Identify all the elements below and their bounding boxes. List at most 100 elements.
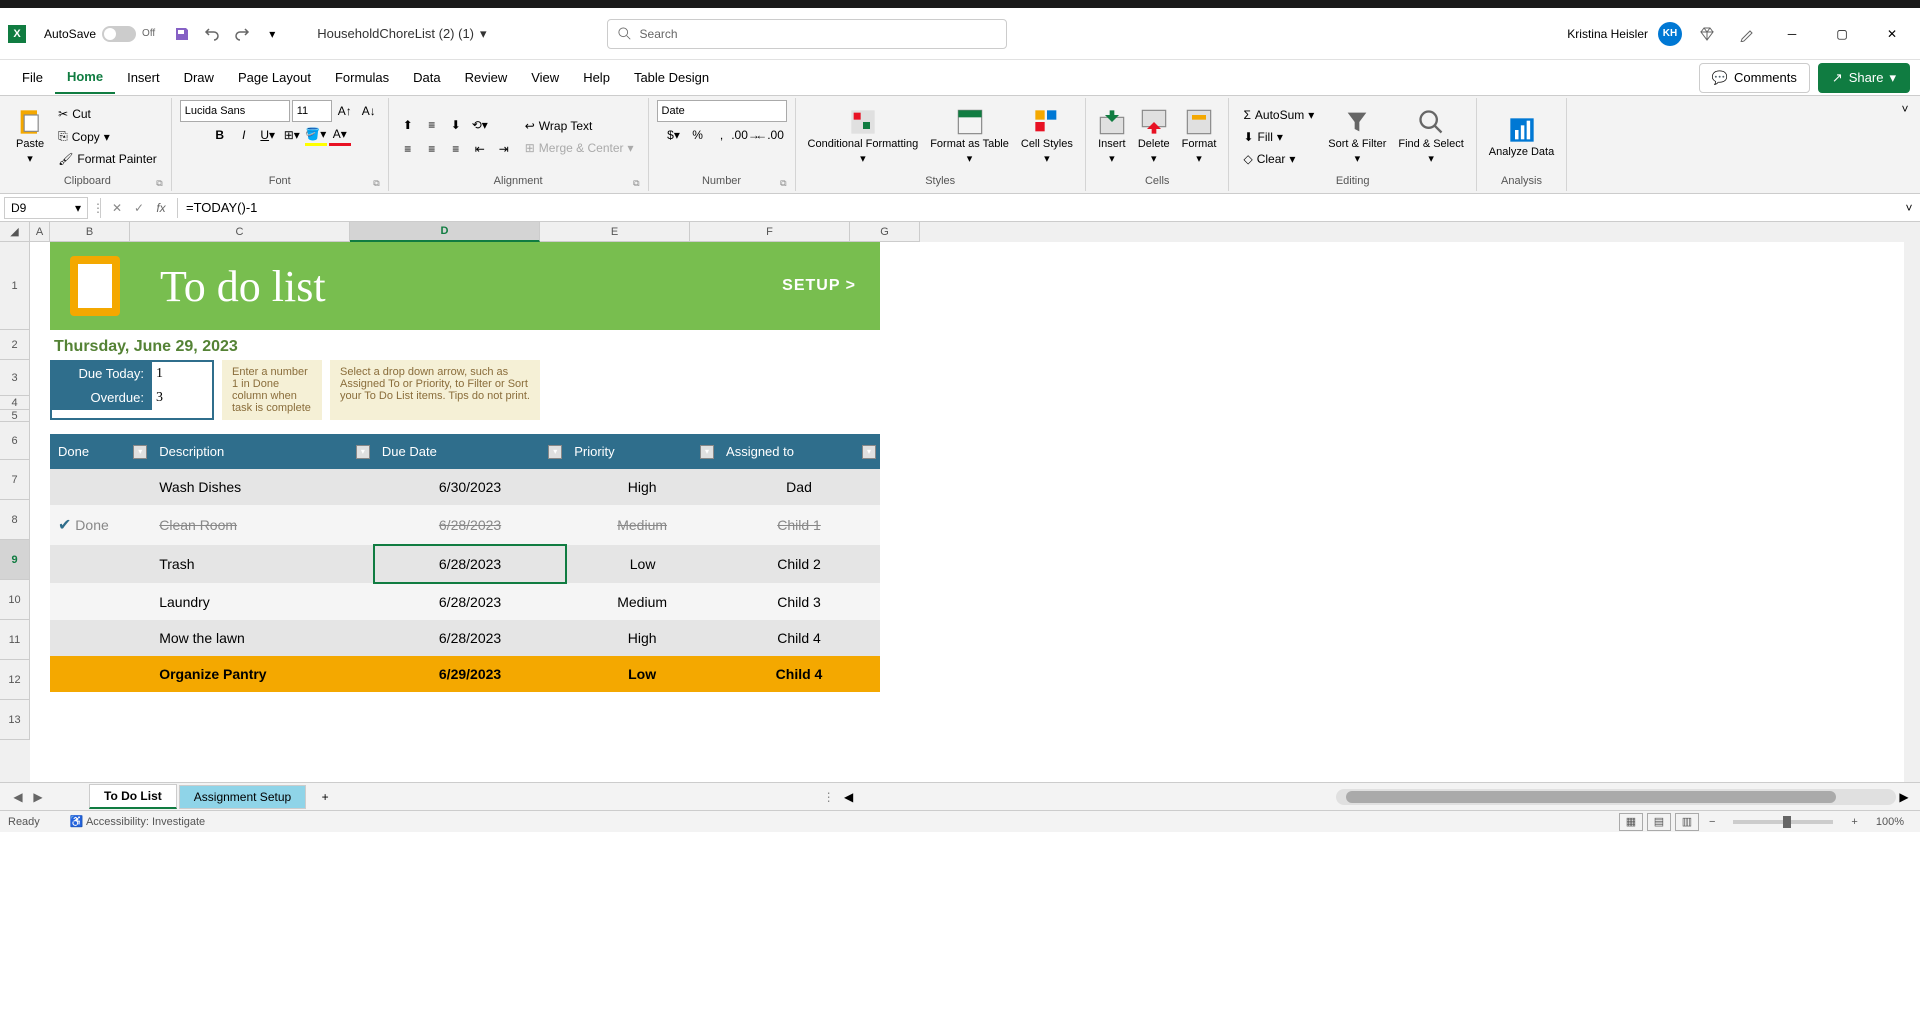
filter-icon[interactable]: ▾ [548,445,562,459]
row-header-4[interactable]: 4 [0,396,30,410]
decrease-indent-button[interactable]: ⇤ [469,138,491,160]
filename[interactable]: HouseholdChoreList (2) (1) ▾ [317,26,486,42]
sheet-tab-todo[interactable]: To Do List [89,784,177,809]
conditional-formatting-button[interactable]: Conditional Formatting▾ [804,104,923,169]
table-row[interactable]: Mow the lawn6/28/2023HighChild 4 [50,620,880,656]
increase-font-button[interactable]: A↑ [334,100,356,122]
col-header-f[interactable]: F [690,222,850,242]
excel-icon[interactable]: X [8,25,26,43]
setup-link[interactable]: SETUP > [782,277,856,295]
increase-decimal-button[interactable]: .00→ [735,124,757,146]
maximize-button[interactable]: ▢ [1822,19,1862,49]
col-header-g[interactable]: G [850,222,920,242]
fill-button[interactable]: ⬇ Fill ▾ [1237,127,1320,147]
page-layout-view-button[interactable]: ▤ [1647,813,1671,831]
row-header-10[interactable]: 10 [0,580,30,620]
wrap-text-button[interactable]: ↩ Wrap Text [519,116,640,136]
row-header-1[interactable]: 1 [0,242,30,330]
comments-button[interactable]: 💬 Comments [1699,63,1810,93]
bold-button[interactable]: B [209,124,231,146]
row-header-3[interactable]: 3 [0,360,30,396]
table-row[interactable]: Wash Dishes6/30/2023HighDad [50,469,880,505]
normal-view-button[interactable]: ▦ [1619,813,1643,831]
tab-file[interactable]: File [10,62,55,93]
autosum-button[interactable]: Σ AutoSum ▾ [1237,105,1320,125]
formula-input[interactable]: =TODAY()-1 [178,200,1898,215]
table-row[interactable]: Organize Pantry6/29/2023LowChild 4 [50,656,880,692]
italic-button[interactable]: I [233,124,255,146]
row-header-6[interactable]: 6 [0,422,30,460]
format-cells-button[interactable]: Format▾ [1178,104,1221,169]
undo-button[interactable] [199,21,225,47]
row-header-11[interactable]: 11 [0,620,30,660]
col-header-b[interactable]: B [50,222,130,242]
row-header-12[interactable]: 12 [0,660,30,700]
filter-icon[interactable]: ▾ [356,445,370,459]
col-header-c[interactable]: C [130,222,350,242]
th-description[interactable]: Description▾ [151,434,374,469]
th-assigned[interactable]: Assigned to▾ [718,434,880,469]
select-all-corner[interactable]: ◢ [0,222,30,242]
row-header-9[interactable]: 9 [0,540,30,580]
copy-button[interactable]: ⎘ Copy ▾ [52,126,163,147]
paste-button[interactable]: Paste▾ [12,104,48,169]
decrease-font-button[interactable]: A↓ [358,100,380,122]
increase-indent-button[interactable]: ⇥ [493,138,515,160]
th-due-date[interactable]: Due Date▾ [374,434,566,469]
tab-help[interactable]: Help [571,62,622,93]
horizontal-scrollbar[interactable] [1336,789,1896,805]
align-middle-button[interactable]: ≡ [421,114,443,136]
filter-icon[interactable]: ▾ [700,445,714,459]
table-row[interactable]: Trash6/28/2023LowChild 2 [50,545,880,583]
enter-formula-button[interactable]: ✓ [129,198,149,218]
clear-button[interactable]: ◇ Clear ▾ [1237,149,1320,169]
insert-cells-button[interactable]: Insert▾ [1094,104,1130,169]
underline-button[interactable]: U▾ [257,124,279,146]
th-done[interactable]: Done▾ [50,434,151,469]
tab-page-layout[interactable]: Page Layout [226,62,323,93]
tab-formulas[interactable]: Formulas [323,62,401,93]
font-color-button[interactable]: A▾ [329,124,351,146]
cell-styles-button[interactable]: Cell Styles▾ [1017,104,1077,169]
sheet-tab-setup[interactable]: Assignment Setup [179,785,306,809]
add-sheet-button[interactable]: + [313,785,337,809]
currency-button[interactable]: $▾ [663,124,685,146]
number-format-select[interactable] [657,100,787,122]
orientation-button[interactable]: ⟲▾ [469,114,491,136]
share-button[interactable]: ↗ Share ▾ [1818,63,1910,93]
minimize-button[interactable]: ─ [1772,19,1812,49]
expand-formula-bar-button[interactable]: ˅ [1898,197,1920,219]
tab-home[interactable]: Home [55,61,115,94]
row-header-13[interactable]: 13 [0,700,30,740]
col-header-d[interactable]: D [350,222,540,242]
next-sheet-button[interactable]: ▶ [28,787,48,807]
collapse-ribbon-button[interactable]: ˅ [1894,98,1916,120]
percent-button[interactable]: % [687,124,709,146]
decrease-decimal-button[interactable]: ←.00 [759,124,781,146]
pen-icon[interactable] [1734,21,1760,47]
comma-button[interactable]: , [711,124,733,146]
align-bottom-button[interactable]: ⬇ [445,114,467,136]
zoom-in-button[interactable]: + [1845,816,1863,828]
tab-insert[interactable]: Insert [115,62,172,93]
fx-icon[interactable]: fx [151,198,171,218]
row-header-7[interactable]: 7 [0,460,30,500]
fill-color-button[interactable]: 🪣▾ [305,124,327,146]
align-top-button[interactable]: ⬆ [397,114,419,136]
col-header-a[interactable]: A [30,222,50,242]
find-select-button[interactable]: Find & Select▾ [1394,104,1467,169]
analyze-data-button[interactable]: Analyze Data [1485,112,1558,162]
zoom-out-button[interactable]: − [1703,816,1721,828]
format-as-table-button[interactable]: Format as Table▾ [926,104,1013,169]
col-header-e[interactable]: E [540,222,690,242]
align-center-button[interactable]: ≡ [421,138,443,160]
font-name-select[interactable] [180,100,290,122]
tab-table-design[interactable]: Table Design [622,62,721,93]
vertical-scrollbar[interactable] [1904,242,1920,782]
filter-icon[interactable]: ▾ [133,445,147,459]
tab-draw[interactable]: Draw [172,62,226,93]
cancel-formula-button[interactable]: ✕ [107,198,127,218]
accessibility-status[interactable]: ♿ Accessibility: Investigate [70,815,205,828]
qat-dropdown[interactable]: ▾ [259,21,285,47]
search-input[interactable]: Search [607,19,1007,49]
